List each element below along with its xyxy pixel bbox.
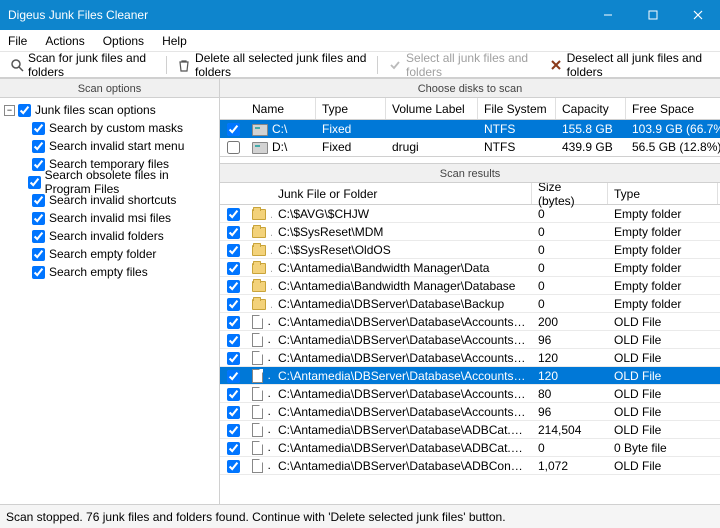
folder-icon xyxy=(252,263,266,274)
scan-options-tree[interactable]: − Junk files scan options Search by cust… xyxy=(0,98,219,504)
deselect-all-button[interactable]: Deselect all junk files and folders xyxy=(546,49,714,81)
result-check[interactable] xyxy=(227,460,240,473)
file-icon xyxy=(252,333,263,347)
result-row[interactable]: C:\Antamedia\DBServer\Database\AccountsH… xyxy=(220,367,720,385)
menu-actions[interactable]: Actions xyxy=(45,34,84,48)
result-row[interactable]: C:\Antamedia\DBServer\Database\ADBConfig… xyxy=(220,457,720,475)
result-row[interactable]: C:\Antamedia\DBServer\Database\AccountsB… xyxy=(220,331,720,349)
x-icon xyxy=(550,57,563,73)
status-text: Scan stopped. 76 junk files and folders … xyxy=(6,510,506,524)
trash-icon xyxy=(177,57,191,73)
result-row[interactable]: C:\$AVG\$CHJW0Empty folder xyxy=(220,205,720,223)
tree-item-check[interactable] xyxy=(32,140,45,153)
result-check[interactable] xyxy=(227,406,240,419)
result-check[interactable] xyxy=(227,298,240,311)
close-button[interactable] xyxy=(675,0,720,30)
result-row[interactable]: C:\Antamedia\DBServer\Database\Accounts.… xyxy=(220,313,720,331)
file-icon xyxy=(252,423,263,437)
disk-row[interactable]: D:\FixeddrugiNTFS439.9 GB56.5 GB (12.8%) xyxy=(220,138,720,156)
statusbar: Scan stopped. 76 junk files and folders … xyxy=(0,504,720,528)
delete-button[interactable]: Delete all selected junk files and folde… xyxy=(173,49,371,81)
folder-icon xyxy=(252,299,266,310)
scan-options-header: Scan options xyxy=(0,78,219,98)
menu-options[interactable]: Options xyxy=(103,34,144,48)
result-check[interactable] xyxy=(227,352,240,365)
results-pane: Scan results Junk File or Folder Size (b… xyxy=(220,163,720,504)
tree-item[interactable]: Search by custom masks xyxy=(4,120,215,136)
tree-item[interactable]: Search invalid folders xyxy=(4,228,215,244)
tree-item-check[interactable] xyxy=(32,230,45,243)
result-check[interactable] xyxy=(227,388,240,401)
maximize-button[interactable] xyxy=(630,0,675,30)
result-check[interactable] xyxy=(227,226,240,239)
result-row[interactable]: C:\Antamedia\DBServer\Database\ADBCat.AD… xyxy=(220,421,720,439)
menu-help[interactable]: Help xyxy=(162,34,187,48)
result-check[interactable] xyxy=(227,262,240,275)
disks-header: Choose disks to scan xyxy=(220,78,720,98)
tree-item-check[interactable] xyxy=(28,176,41,189)
result-check[interactable] xyxy=(227,424,240,437)
drive-icon xyxy=(252,124,268,136)
folder-icon xyxy=(252,281,266,292)
folder-icon xyxy=(252,227,266,238)
result-check[interactable] xyxy=(227,208,240,221)
folder-icon xyxy=(252,245,266,256)
tree-item[interactable]: Search invalid start menu xyxy=(4,138,215,154)
result-check[interactable] xyxy=(227,280,240,293)
disks-pane: Choose disks to scan Name Type Volume La… xyxy=(220,78,720,157)
results-table-header: Junk File or Folder Size (bytes) Type xyxy=(220,183,720,205)
toolbar: Scan for junk files and folders Delete a… xyxy=(0,52,720,78)
tree-item[interactable]: Search obsolete files in Program Files xyxy=(4,174,215,190)
collapse-icon[interactable]: − xyxy=(4,105,15,116)
disk-check[interactable] xyxy=(227,141,240,154)
result-row[interactable]: C:\Antamedia\DBServer\Database\Backup0Em… xyxy=(220,295,720,313)
tree-root-check[interactable] xyxy=(18,104,31,117)
result-row[interactable]: C:\Antamedia\DBServer\Database\AccountsC… xyxy=(220,349,720,367)
disk-check[interactable] xyxy=(227,123,240,136)
result-row[interactable]: C:\Antamedia\DBServer\Database\AccountsM… xyxy=(220,385,720,403)
result-row[interactable]: C:\$SysReset\OldOS0Empty folder xyxy=(220,241,720,259)
tree-root[interactable]: − Junk files scan options xyxy=(4,102,215,118)
result-check[interactable] xyxy=(227,442,240,455)
result-check[interactable] xyxy=(227,244,240,257)
tree-item[interactable]: Search invalid msi files xyxy=(4,210,215,226)
window-title: Digeus Junk Files Cleaner xyxy=(8,8,585,22)
tree-item-check[interactable] xyxy=(32,248,45,261)
result-check[interactable] xyxy=(227,316,240,329)
disk-row[interactable]: C:\FixedNTFS155.8 GB103.9 GB (66.7%) xyxy=(220,120,720,138)
drive-icon xyxy=(252,142,268,154)
file-icon xyxy=(252,387,263,401)
check-icon xyxy=(388,57,402,73)
file-icon xyxy=(252,315,263,329)
file-icon xyxy=(252,441,263,455)
result-row[interactable]: C:\$SysReset\MDM0Empty folder xyxy=(220,223,720,241)
disks-table-header: Name Type Volume Label File System Capac… xyxy=(220,98,720,120)
result-row[interactable]: C:\Antamedia\Bandwidth Manager\Data0Empt… xyxy=(220,259,720,277)
tree-item[interactable]: Search empty folder xyxy=(4,246,215,262)
scan-options-pane: Scan options − Junk files scan options S… xyxy=(0,78,220,504)
tree-item-check[interactable] xyxy=(32,194,45,207)
tree-item-check[interactable] xyxy=(32,158,45,171)
result-row[interactable]: C:\Antamedia\DBServer\Database\ADBCat.AD… xyxy=(220,439,720,457)
minimize-button[interactable] xyxy=(585,0,630,30)
file-icon xyxy=(252,405,263,419)
results-header: Scan results xyxy=(220,163,720,183)
folder-icon xyxy=(252,209,266,220)
tree-item[interactable]: Search empty files xyxy=(4,264,215,280)
result-row[interactable]: C:\Antamedia\DBServer\Database\AccountsT… xyxy=(220,403,720,421)
menu-file[interactable]: File xyxy=(8,34,27,48)
result-row[interactable]: C:\Antamedia\Bandwidth Manager\Database0… xyxy=(220,277,720,295)
result-check[interactable] xyxy=(227,334,240,347)
tree-item-check[interactable] xyxy=(32,266,45,279)
select-all-button[interactable]: Select all junk files and folders xyxy=(384,49,541,81)
scan-button[interactable]: Scan for junk files and folders xyxy=(6,49,160,81)
search-icon xyxy=(10,57,24,73)
file-icon xyxy=(252,351,263,365)
result-check[interactable] xyxy=(227,370,240,383)
tree-item-check[interactable] xyxy=(32,212,45,225)
titlebar: Digeus Junk Files Cleaner xyxy=(0,0,720,30)
file-icon xyxy=(252,369,263,383)
tree-item-check[interactable] xyxy=(32,122,45,135)
file-icon xyxy=(252,459,263,473)
